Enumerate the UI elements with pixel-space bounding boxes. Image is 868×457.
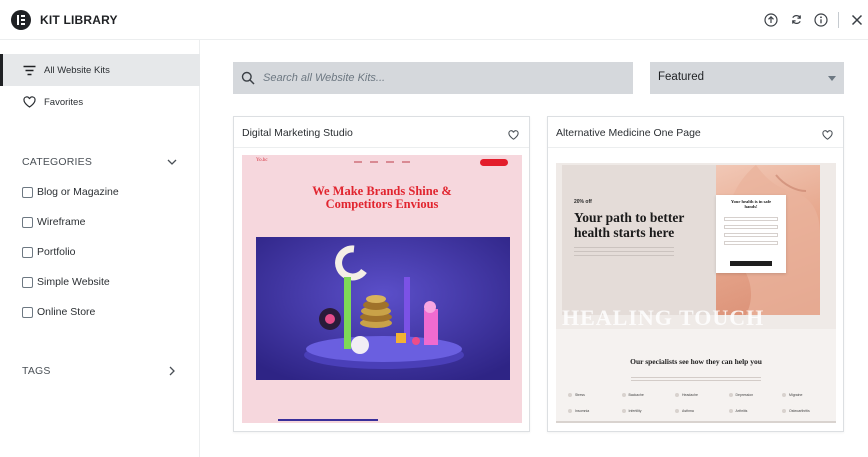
heart-icon: [22, 95, 36, 109]
specialty-item: Headache: [675, 393, 711, 398]
specialty-item: Stress: [568, 393, 604, 398]
checkbox[interactable]: [22, 186, 33, 198]
kit-card-alternative-medicine-one-page[interactable]: Alternative Medicine One Page 20% off Yo…: [547, 116, 844, 432]
preview-specialists-heading: Our specialists see how they can help yo…: [630, 357, 762, 366]
category-label: Wireframe: [37, 216, 86, 228]
preview-headline: Your path to better health starts here: [574, 210, 685, 240]
specialty-item: Depression: [729, 393, 765, 398]
preview-form-button: [730, 261, 772, 266]
specialty-item: Insomnia: [568, 409, 604, 414]
preview-banner: HEALING TOUCH: [562, 307, 765, 329]
search-bar[interactable]: [233, 62, 633, 94]
sidebar-item-all-website-kits[interactable]: All Website Kits: [0, 54, 200, 86]
search-icon: [241, 71, 255, 85]
heart-icon[interactable]: [822, 127, 833, 140]
checkbox[interactable]: [22, 246, 33, 258]
specialty-item: Asthma: [675, 409, 711, 414]
kit-preview-image[interactable]: Yo.hc We Make Brands Shine & Competitors…: [242, 155, 522, 423]
preview-sale-badge: 20% off: [574, 199, 592, 205]
preview-body-lines: [574, 247, 674, 257]
sidebar-item-label: All Website Kits: [44, 64, 110, 76]
preview-form-field: [724, 217, 778, 221]
preview-form-title: Your health is in safe hands!: [730, 199, 772, 209]
preview-nav-links: [354, 161, 414, 163]
category-online-store[interactable]: Online Store: [22, 305, 95, 319]
tags-heading[interactable]: TAGS: [22, 365, 51, 377]
filter-lines-icon: [22, 63, 36, 77]
info-icon[interactable]: [813, 12, 828, 27]
search-input[interactable]: [263, 62, 623, 94]
card-divider: [234, 147, 529, 148]
chevron-down-icon[interactable]: [166, 156, 178, 168]
chevron-right-icon[interactable]: [166, 365, 178, 377]
preview-form-field: [724, 225, 778, 229]
preview-specialties-row: Insomnia Infertility Asthma Arthritis Os…: [568, 409, 818, 415]
kit-card-digital-marketing-studio[interactable]: Digital Marketing Studio Yo.hc We Make B…: [233, 116, 530, 432]
preview-cta: [480, 159, 508, 166]
preview-scrollbar: [556, 421, 836, 423]
sidebar: All Website Kits Favorites CATEGORIES Bl…: [0, 40, 200, 457]
top-bar: KIT LIBRARY: [0, 0, 868, 40]
sidebar-item-favorites[interactable]: Favorites: [0, 86, 200, 118]
heart-icon[interactable]: [508, 127, 519, 140]
preview-form: Your health is in safe hands!: [716, 195, 786, 273]
category-wireframe[interactable]: Wireframe: [22, 215, 85, 229]
preview-form-field: [724, 241, 778, 245]
kit-card-title: Digital Marketing Studio: [242, 127, 353, 139]
kit-card-title: Alternative Medicine One Page: [556, 127, 701, 139]
category-label: Blog or Magazine: [37, 186, 119, 198]
preview-scrollbar: [278, 419, 378, 421]
checkbox[interactable]: [22, 276, 33, 288]
sync-icon[interactable]: [789, 12, 804, 27]
specialty-item: Backache: [622, 393, 658, 398]
elementor-logo-icon: [11, 10, 31, 30]
category-simple-website[interactable]: Simple Website: [22, 275, 110, 289]
header-divider: [838, 12, 839, 28]
category-label: Portfolio: [37, 246, 76, 258]
specialty-item: Infertility: [622, 409, 658, 414]
category-blog-or-magazine[interactable]: Blog or Magazine: [22, 185, 119, 199]
caret-down-icon[interactable]: [828, 76, 836, 81]
categories-heading[interactable]: CATEGORIES: [22, 156, 92, 168]
category-portfolio[interactable]: Portfolio: [22, 245, 76, 259]
preview-specialists-lines: [631, 377, 761, 383]
app-title: KIT LIBRARY: [40, 13, 118, 27]
preview-specialties-row: Stress Backache Headache Depression Migr…: [568, 393, 818, 399]
close-icon[interactable]: [849, 12, 864, 27]
category-label: Simple Website: [37, 276, 110, 288]
preview-top-band: [556, 155, 836, 163]
preview-headline: We Make Brands Shine & Competitors Envio…: [312, 184, 452, 211]
category-label: Online Store: [37, 306, 96, 318]
checkbox[interactable]: [22, 216, 33, 228]
checkbox[interactable]: [22, 306, 33, 318]
specialty-item: Migraine: [782, 393, 818, 398]
sort-select[interactable]: Featured: [650, 62, 844, 94]
card-divider: [548, 147, 843, 148]
specialty-item: Arthritis: [729, 409, 765, 414]
preview-3d-scene: [256, 237, 510, 380]
specialty-item: Osteoarthritis: [782, 409, 818, 414]
export-icon[interactable]: [763, 12, 778, 27]
kit-preview-image[interactable]: 20% off Your path to better health start…: [556, 155, 836, 423]
sidebar-item-label: Favorites: [44, 96, 84, 108]
preview-brand: Yo.hc: [256, 158, 268, 163]
preview-form-field: [724, 233, 778, 237]
sort-selected-value: Featured: [658, 71, 705, 83]
